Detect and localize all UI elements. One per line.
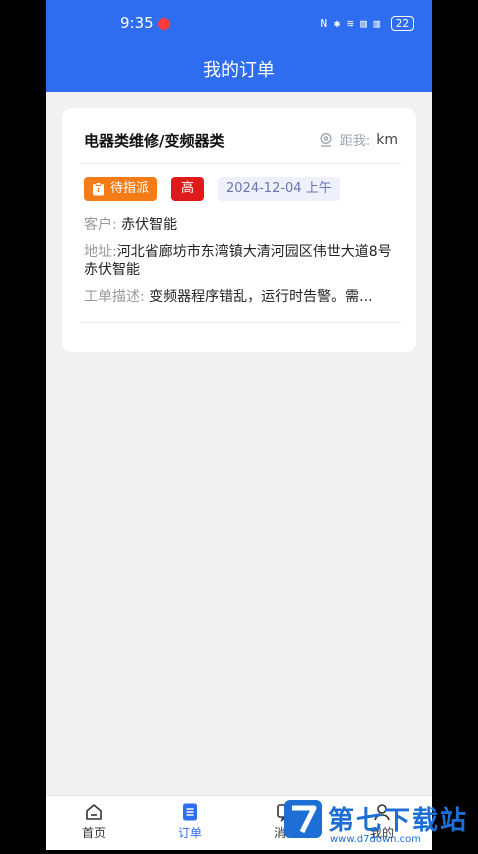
description-label: 工单描述: xyxy=(84,289,145,305)
tab-home-label: 首页 xyxy=(81,826,106,840)
location-icon xyxy=(320,132,332,147)
distance-unit: km xyxy=(376,131,398,148)
watermark-logo: 第七下载站 www.d7down.com xyxy=(280,796,478,850)
distance-info: 距我: km xyxy=(318,130,398,149)
description-value: 变频器程序错乱，运行时告警。需... xyxy=(149,289,373,305)
home-icon xyxy=(86,804,102,820)
customer-row: 客户: 赤伏智能 xyxy=(84,216,404,234)
distance-label: 距我: xyxy=(339,134,371,149)
watermark-text: 第七下载站 xyxy=(328,806,469,836)
order-icon xyxy=(183,803,197,821)
page-title: 我的订单 xyxy=(203,60,275,81)
priority-tag: 高 xyxy=(171,177,205,201)
order-card[interactable]: 电器类维修/变频器类 距我: km 待指派 高 2024-12-04 上午 客户… xyxy=(62,108,416,352)
date-tag: 2024-12-04 上午 xyxy=(218,177,340,201)
tab-home[interactable]: 首页 xyxy=(46,802,142,841)
status-bar: 9:35 N ✱ ≋ ▥ ▥ 22 xyxy=(46,14,432,38)
customer-label: 客户: xyxy=(84,217,117,233)
clipboard-icon xyxy=(93,182,104,196)
signal-wifi-icons: N ✱ ≋ ▥ ▥ xyxy=(320,17,381,30)
card-bottom-divider xyxy=(80,322,402,323)
customer-value: 赤伏智能 xyxy=(121,217,178,233)
address-row: 地址:河北省廊坊市东湾镇大清河园区伟世大道8号赤伏智能 xyxy=(84,243,394,279)
tab-orders[interactable]: 订单 xyxy=(142,802,238,841)
header-bar: 9:35 N ✱ ≋ ▥ ▥ 22 我的订单 xyxy=(46,0,432,92)
status-time: 9:35 xyxy=(120,14,170,32)
order-title: 电器类维修/变频器类 xyxy=(84,132,225,150)
battery-icon: 22 xyxy=(390,16,414,31)
status-tag-label: 待指派 xyxy=(110,181,150,196)
watermark-url: www.d7down.com xyxy=(330,834,422,845)
notification-badge-icon xyxy=(157,17,170,30)
phone-screen: 9:35 N ✱ ≋ ▥ ▥ 22 我的订单 电器类维修/变频器类 距我: km xyxy=(46,0,432,850)
order-tags: 待指派 高 2024-12-04 上午 xyxy=(84,177,340,201)
status-icons: N ✱ ≋ ▥ ▥ 22 xyxy=(321,16,414,31)
address-label: 地址: xyxy=(84,244,117,260)
tab-orders-label: 订单 xyxy=(177,826,202,840)
card-divider xyxy=(80,163,402,164)
description-row: 工单描述: 变频器程序错乱，运行时告警。需... xyxy=(84,288,404,306)
status-tag: 待指派 xyxy=(84,177,158,201)
address-value: 河北省廊坊市东湾镇大清河园区伟世大道8号赤伏智能 xyxy=(84,244,392,278)
